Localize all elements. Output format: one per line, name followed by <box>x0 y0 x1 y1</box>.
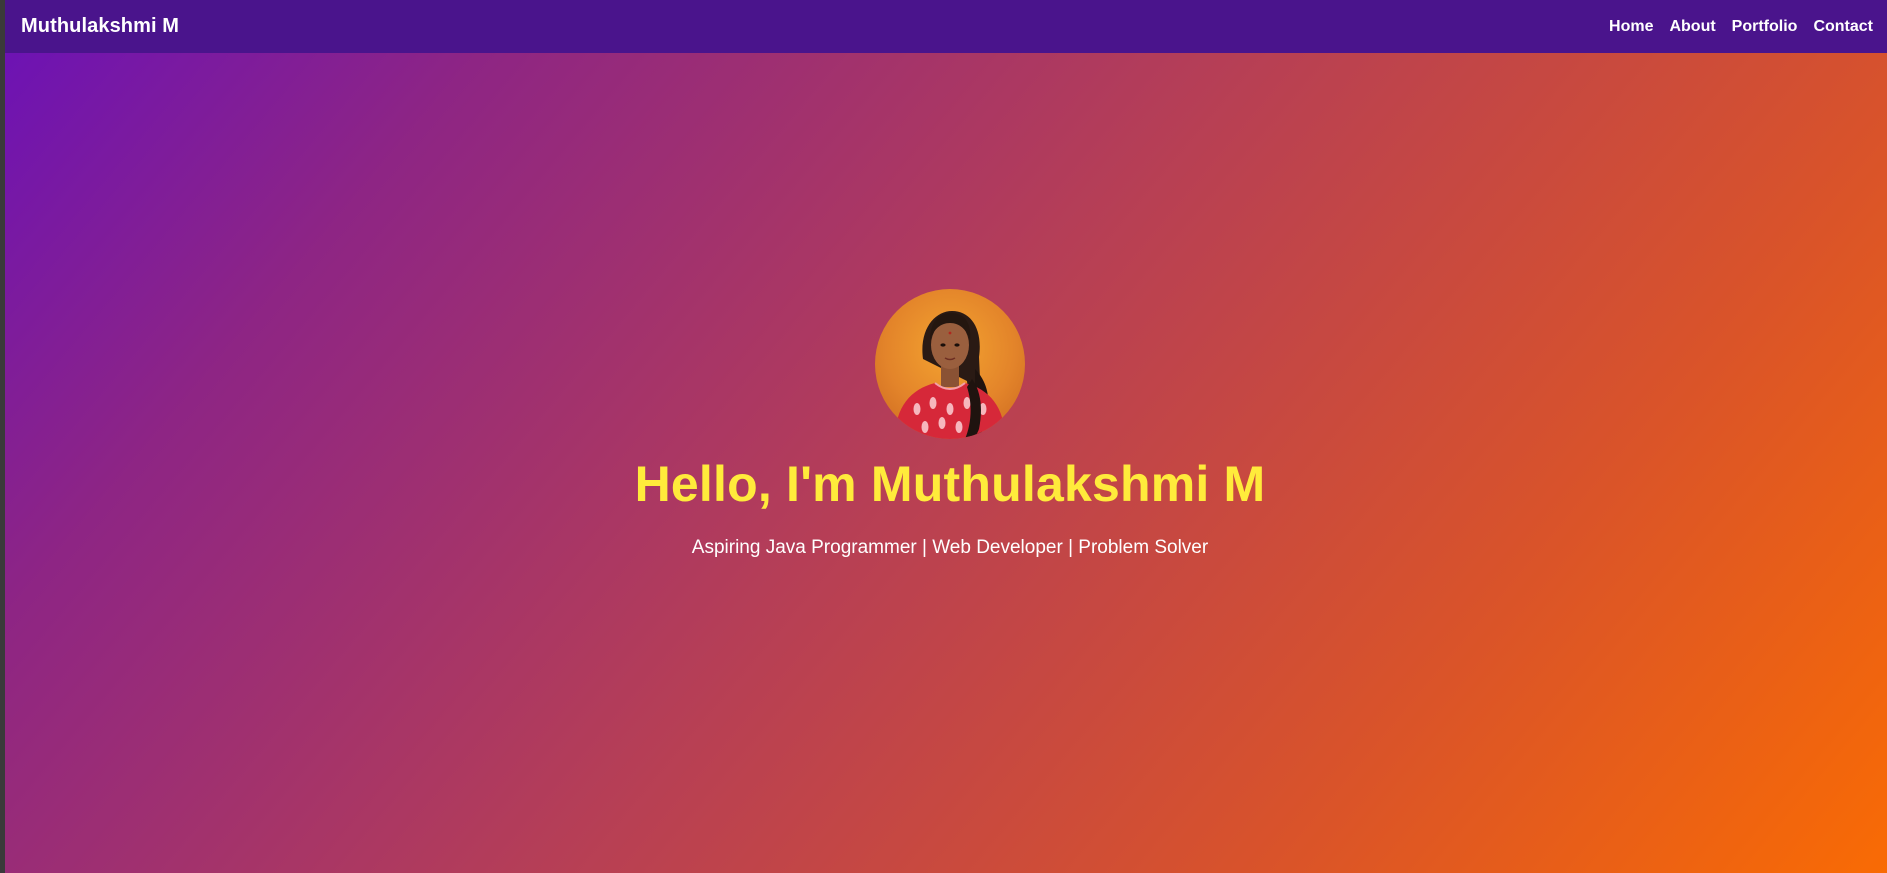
brand-logo-link[interactable]: Muthulakshmi M <box>21 15 179 38</box>
profile-photo <box>895 311 1005 439</box>
page-background: Muthulakshmi M Home About Portfolio Cont… <box>5 0 1887 873</box>
nav-link-portfolio[interactable]: Portfolio <box>1732 18 1798 36</box>
hero-subtitle: Aspiring Java Programmer | Web Developer… <box>691 537 1209 558</box>
nav-link-about[interactable]: About <box>1669 18 1715 36</box>
hero-section: Hello, I'm Muthulakshmi M Aspiring Java … <box>5 289 1887 557</box>
profile-avatar <box>875 289 1025 439</box>
browser-frame: Muthulakshmi M Home About Portfolio Cont… <box>0 0 1887 873</box>
nav-link-home[interactable]: Home <box>1609 18 1653 36</box>
hero-title: Hello, I'm Muthulakshmi M <box>634 456 1266 512</box>
navbar: Muthulakshmi M Home About Portfolio Cont… <box>5 0 1887 53</box>
nav-link-contact[interactable]: Contact <box>1813 18 1873 36</box>
nav-links: Home About Portfolio Contact <box>1609 18 1873 36</box>
